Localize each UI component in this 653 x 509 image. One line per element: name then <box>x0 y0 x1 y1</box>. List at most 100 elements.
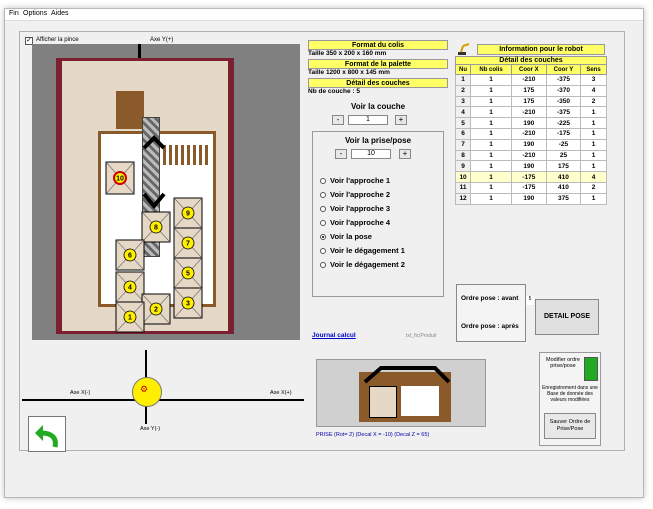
radio-pose[interactable]: Voir la pose <box>320 232 372 243</box>
table-cell: 4 <box>454 106 472 119</box>
table-row[interactable]: 8 1 -210 25 1 <box>454 149 607 162</box>
table-cell: -210 <box>510 127 547 140</box>
main-panel: ✓ Afficher la pince Axe Y(+) 10 9 8 7 6 5 4 3 2 1 <box>19 31 625 452</box>
menu-fin[interactable]: Fin <box>9 10 19 17</box>
table-cell: 1 <box>470 192 512 205</box>
robot-icon <box>458 43 470 55</box>
voir-couche-label: Voir la couche <box>350 102 406 111</box>
detail-pose-button[interactable]: DETAIL POSE <box>535 299 599 335</box>
box-number: 2 <box>154 307 158 314</box>
box-number: 9 <box>186 211 190 218</box>
detail-couches-title: Détail des couches <box>308 78 448 88</box>
table-row[interactable]: 7 1 190 -25 1 <box>454 138 607 151</box>
table-cell: 1 <box>470 171 512 183</box>
radio-degagement-1[interactable]: Voir le dégagement 1 <box>320 246 405 257</box>
column-header[interactable]: Nu <box>454 64 472 75</box>
table-cell: -225 <box>545 117 582 129</box>
prise-plus-button[interactable]: + <box>399 149 411 159</box>
application-window: Fin Options Aides ✓ Afficher la pince Ax… <box>4 8 644 498</box>
order-apres-label: Ordre pose : après <box>461 323 519 330</box>
table-row[interactable]: 2 1 175 -370 4 <box>454 84 607 97</box>
column-header[interactable]: Sens <box>580 64 607 75</box>
table-cell: 1 <box>580 160 607 173</box>
table-row[interactable]: 10 1 -175 410 4 <box>454 171 607 183</box>
table-row[interactable]: 3 1 175 -350 2 <box>454 95 607 108</box>
gripper-jaw-top <box>142 135 166 150</box>
prise-input[interactable]: 10 <box>351 149 391 159</box>
radio-circle <box>320 206 326 212</box>
column-header[interactable]: Nb colis <box>470 64 512 75</box>
table-row[interactable]: 1 1 -210 -375 3 <box>454 74 607 86</box>
menu-aides[interactable]: Aides <box>51 10 69 17</box>
table-cell: 1 <box>470 127 512 140</box>
order-avant-label: Ordre pose : avant <box>461 295 519 302</box>
radio-approche-4[interactable]: Voir l'approche 4 <box>320 218 390 229</box>
table-cell: 175 <box>510 95 547 108</box>
table-cell: 1 <box>580 192 607 205</box>
radio-circle <box>320 262 326 268</box>
couche-plus-button[interactable]: + <box>395 115 407 125</box>
menu-options[interactable]: Options <box>23 10 47 17</box>
table-row[interactable]: 11 1 -175 410 2 <box>454 181 607 194</box>
prise-minus-button[interactable]: - <box>335 149 347 159</box>
table-cell: -175 <box>510 171 547 183</box>
radio-label: Voir l'approche 4 <box>330 218 390 227</box>
box-number: 7 <box>186 241 190 248</box>
menu-bar: Fin Options Aides <box>5 9 643 21</box>
box-number: 5 <box>186 271 190 278</box>
box-number: 6 <box>128 253 132 260</box>
table-cell: 2 <box>454 84 472 97</box>
table-row[interactable]: 5 1 190 -225 1 <box>454 117 607 129</box>
order-group: Ordre pose : avant Ordre pose : après <box>456 284 526 342</box>
layers-table: Nu Nb colis Coor X Coor Y Sens 1 1 -210 -375 3 2 1… <box>454 64 607 205</box>
show-gripper-label: Afficher la pince <box>36 37 79 43</box>
axis-y-minus-label: Axe Y(-) <box>140 426 161 432</box>
radio-approche-3[interactable]: Voir l'approche 3 <box>320 204 390 215</box>
table-row[interactable]: 4 1 -210 -375 1 <box>454 106 607 119</box>
couche-input[interactable]: 1 <box>348 115 388 125</box>
order-small-value: 5 <box>526 296 534 305</box>
radio-circle-checked <box>320 234 326 240</box>
save-order-button[interactable]: Sauver Ordre de Prise/Pose <box>544 413 596 439</box>
journal-file-label: txt_fic/Produit <box>406 333 437 339</box>
table-cell: -370 <box>545 84 582 97</box>
table-cell: 1 <box>470 106 512 119</box>
table-cell: -375 <box>545 74 582 86</box>
table-cell: 1 <box>454 74 472 86</box>
column-header[interactable]: Coor X <box>510 64 547 75</box>
table-row[interactable]: 9 1 190 175 1 <box>454 160 607 173</box>
table-cell: 1 <box>580 106 607 119</box>
modify-order-toggle[interactable] <box>584 357 598 381</box>
table-cell: -210 <box>510 74 547 86</box>
modify-order-label: Modifier ordre prise/pose <box>546 357 580 369</box>
radio-approche-2[interactable]: Voir l'approche 2 <box>320 190 390 201</box>
robot-info-title: Information pour le robot <box>477 44 605 55</box>
couche-minus-button[interactable]: - <box>332 115 344 125</box>
radio-circle <box>320 220 326 226</box>
format-palette-title: Format de la palette <box>308 59 448 69</box>
axis-y-plus-label: Axe Y(+) <box>150 37 174 43</box>
format-colis-title: Format du colis <box>308 40 448 50</box>
table-row[interactable]: 12 1 190 375 1 <box>454 192 607 205</box>
table-cell: 5 <box>454 117 472 129</box>
format-colis-value: Taille 350 x 200 x 160 mm <box>308 50 387 57</box>
table-cell: 9 <box>454 160 472 173</box>
column-header[interactable]: Coor Y <box>545 64 582 75</box>
radio-degagement-2[interactable]: Voir le dégagement 2 <box>320 260 405 271</box>
radio-approche-1[interactable]: Voir l'approche 1 <box>320 176 390 187</box>
box-number: 8 <box>154 225 158 232</box>
table-cell: 4 <box>580 84 607 97</box>
radio-circle <box>320 192 326 198</box>
table-cell: 1 <box>580 127 607 140</box>
voir-prise-pose-label: Voir la prise/pose <box>344 136 412 145</box>
table-cell: 2 <box>580 181 607 194</box>
table-cell: 1 <box>470 117 512 129</box>
pallet-layout-svg: 10 9 8 7 6 5 4 3 2 1 <box>105 135 203 333</box>
table-cell: -25 <box>545 138 582 151</box>
table-cell: 410 <box>545 181 582 194</box>
back-button[interactable] <box>28 416 66 452</box>
table-row[interactable]: 6 1 -210 -175 1 <box>454 127 607 140</box>
table-cell: 1 <box>470 160 512 173</box>
journal-calcul-link[interactable]: Journal calcul <box>312 332 356 339</box>
table-cell: 12 <box>454 192 472 205</box>
